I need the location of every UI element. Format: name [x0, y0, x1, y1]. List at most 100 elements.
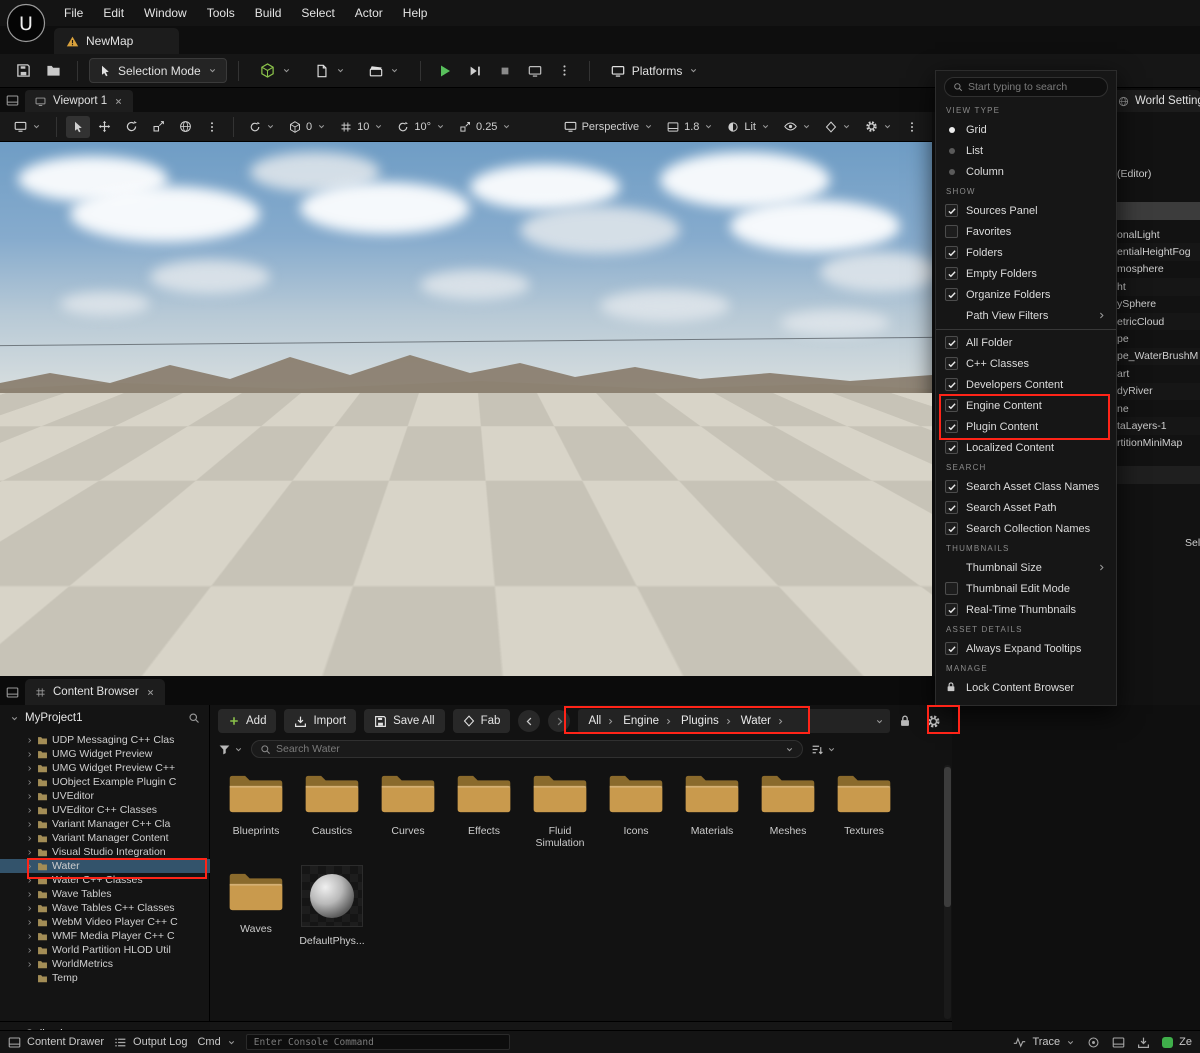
vertical-scrollbar[interactable] — [944, 765, 951, 1019]
breadcrumb-item[interactable]: Water — [737, 715, 789, 727]
menu-search-box[interactable] — [944, 77, 1108, 97]
outliner-item-fragment[interactable]: dyRiver — [1117, 383, 1200, 400]
menu-item[interactable]: Column — [936, 161, 1116, 182]
save-button[interactable] — [10, 58, 36, 84]
outliner-item-fragment[interactable]: entialHeightFog — [1117, 243, 1200, 260]
tree-item[interactable]: UVEditor C++ Classes — [0, 803, 210, 817]
menu-item[interactable]: Tools — [197, 0, 245, 26]
blueprints-dropdown[interactable] — [305, 58, 355, 83]
trace-dropdown[interactable]: Trace — [1013, 1036, 1075, 1049]
cinematics-dropdown[interactable] — [359, 58, 409, 83]
scrollbar-thumb[interactable] — [944, 767, 951, 907]
menu-item[interactable]: Actor — [345, 0, 393, 26]
viewport-scene[interactable]: z x — [0, 142, 932, 676]
tree-item[interactable]: WorldMetrics — [0, 957, 210, 971]
tree-item[interactable]: Wave Tables C++ Classes — [0, 901, 210, 915]
launch-button[interactable] — [522, 58, 548, 84]
menu-item[interactable]: All Folder — [936, 332, 1116, 353]
tree-item[interactable]: Wave Tables — [0, 887, 210, 901]
folder-tile[interactable]: Effects — [446, 765, 522, 837]
folder-tile[interactable]: Meshes — [750, 765, 826, 837]
unreal-engine-logo[interactable]: U — [6, 3, 46, 43]
preview-dropdown[interactable] — [819, 116, 857, 138]
frame-skip-button[interactable] — [462, 58, 488, 84]
outliner-item-fragment[interactable]: ht — [1117, 278, 1200, 295]
close-icon[interactable] — [114, 97, 123, 106]
outliner-item-fragment[interactable]: ySphere — [1117, 296, 1200, 313]
move-tool-button[interactable] — [92, 116, 117, 138]
menu-item[interactable]: Thumbnail Edit Mode — [936, 578, 1116, 599]
play-options-kebab-icon[interactable] — [552, 58, 578, 84]
asset-search-box[interactable] — [251, 740, 803, 758]
content-browser-tab[interactable]: Content Browser — [25, 679, 165, 705]
surface-snap-dropdown[interactable]: 0 — [283, 116, 332, 138]
viewport-kebab-icon[interactable] — [900, 116, 924, 138]
outliner-item-fragment[interactable]: mosphere — [1117, 261, 1200, 278]
console-command-box[interactable] — [245, 1034, 510, 1050]
transform-kebab-icon[interactable] — [200, 116, 224, 138]
screen-percentage-dropdown[interactable]: 1.8 — [661, 116, 719, 138]
outliner-item-fragment[interactable]: rtitionMiniMap — [1117, 435, 1200, 452]
menu-item[interactable]: Build — [245, 0, 292, 26]
perspective-dropdown[interactable]: Perspective — [558, 116, 659, 138]
close-icon[interactable] — [146, 688, 155, 697]
menu-item[interactable]: C++ Classes — [936, 353, 1116, 374]
import-button[interactable]: Import — [284, 709, 357, 733]
tree-item[interactable]: World Partition HLOD Util — [0, 943, 210, 957]
world-local-toggle[interactable] — [173, 116, 198, 138]
outliner-item-fragment[interactable]: pe — [1117, 330, 1200, 347]
folder-tile[interactable]: Icons — [598, 765, 674, 837]
dock-icon[interactable] — [6, 686, 19, 699]
menu-item[interactable]: Folders — [936, 242, 1116, 263]
menu-item[interactable]: Empty Folders — [936, 263, 1116, 284]
breadcrumb-item[interactable]: All — [584, 715, 619, 727]
view-mode-dropdown[interactable]: Lit — [721, 116, 776, 138]
browse-content-button[interactable] — [40, 58, 66, 84]
breadcrumb-item[interactable]: Engine — [619, 715, 677, 727]
path-history-chevron-icon[interactable] — [875, 717, 884, 726]
insights-target-icon[interactable] — [1087, 1036, 1100, 1049]
play-button[interactable] — [432, 58, 458, 84]
viewport-settings-dropdown[interactable] — [859, 116, 898, 138]
select-tool-button[interactable] — [66, 115, 90, 138]
menu-item[interactable]: Developers Content — [936, 374, 1116, 395]
outliner-selected-row[interactable] — [1115, 202, 1200, 220]
outliner-item-fragment[interactable]: pe_WaterBrushM — [1117, 348, 1200, 365]
menu-item[interactable]: Path View Filters — [936, 305, 1116, 326]
tree-item[interactable]: UDP Messaging C++ Clas — [0, 733, 210, 747]
breadcrumb-item[interactable]: Plugins — [677, 715, 737, 727]
menu-item[interactable]: Engine Content — [936, 395, 1116, 416]
sources-root-row[interactable]: MyProject1 — [0, 705, 210, 731]
scale-tool-button[interactable] — [146, 116, 171, 138]
forward-button[interactable] — [548, 710, 571, 732]
menu-item[interactable]: Localized Content — [936, 437, 1116, 458]
viewport-tab[interactable]: Viewport 1 — [25, 90, 134, 112]
show-flags-dropdown[interactable] — [778, 116, 817, 138]
outliner-item-fragment[interactable]: art — [1117, 365, 1200, 382]
chevron-down-icon[interactable] — [785, 745, 794, 754]
platforms-dropdown[interactable]: Platforms — [601, 58, 709, 83]
folder-tile[interactable]: Materials — [674, 765, 750, 837]
editor-mode-dropdown[interactable]: Selection Mode — [89, 58, 227, 83]
tree-item[interactable]: Variant Manager Content — [0, 831, 210, 845]
outliner-item-fragment[interactable]: etricCloud — [1117, 313, 1200, 330]
console-command-input[interactable] — [253, 1036, 502, 1048]
dock-icon[interactable] — [6, 94, 19, 107]
output-log-button[interactable]: Output Log — [114, 1036, 187, 1049]
menu-item[interactable]: Favorites — [936, 221, 1116, 242]
menu-item[interactable]: Edit — [93, 0, 134, 26]
menu-item[interactable]: Help — [393, 0, 438, 26]
add-button[interactable]: Add — [218, 709, 277, 733]
folder-tile[interactable]: Textures — [826, 765, 902, 837]
rotate-tool-button[interactable] — [119, 116, 144, 138]
folder-tile[interactable]: Caustics — [294, 765, 370, 837]
add-content-dropdown[interactable] — [250, 58, 301, 83]
world-settings-tab[interactable]: World Settings — [1108, 90, 1200, 112]
fab-button[interactable]: Fab — [452, 709, 511, 733]
content-drawer-button[interactable]: Content Drawer — [8, 1036, 104, 1049]
back-button[interactable] — [518, 710, 541, 732]
menu-item[interactable]: Search Collection Names — [936, 518, 1116, 539]
menu-item[interactable]: Search Asset Class Names — [936, 476, 1116, 497]
menu-item[interactable]: Thumbnail Size — [936, 557, 1116, 578]
tree-item[interactable]: Water C++ Classes — [0, 873, 210, 887]
